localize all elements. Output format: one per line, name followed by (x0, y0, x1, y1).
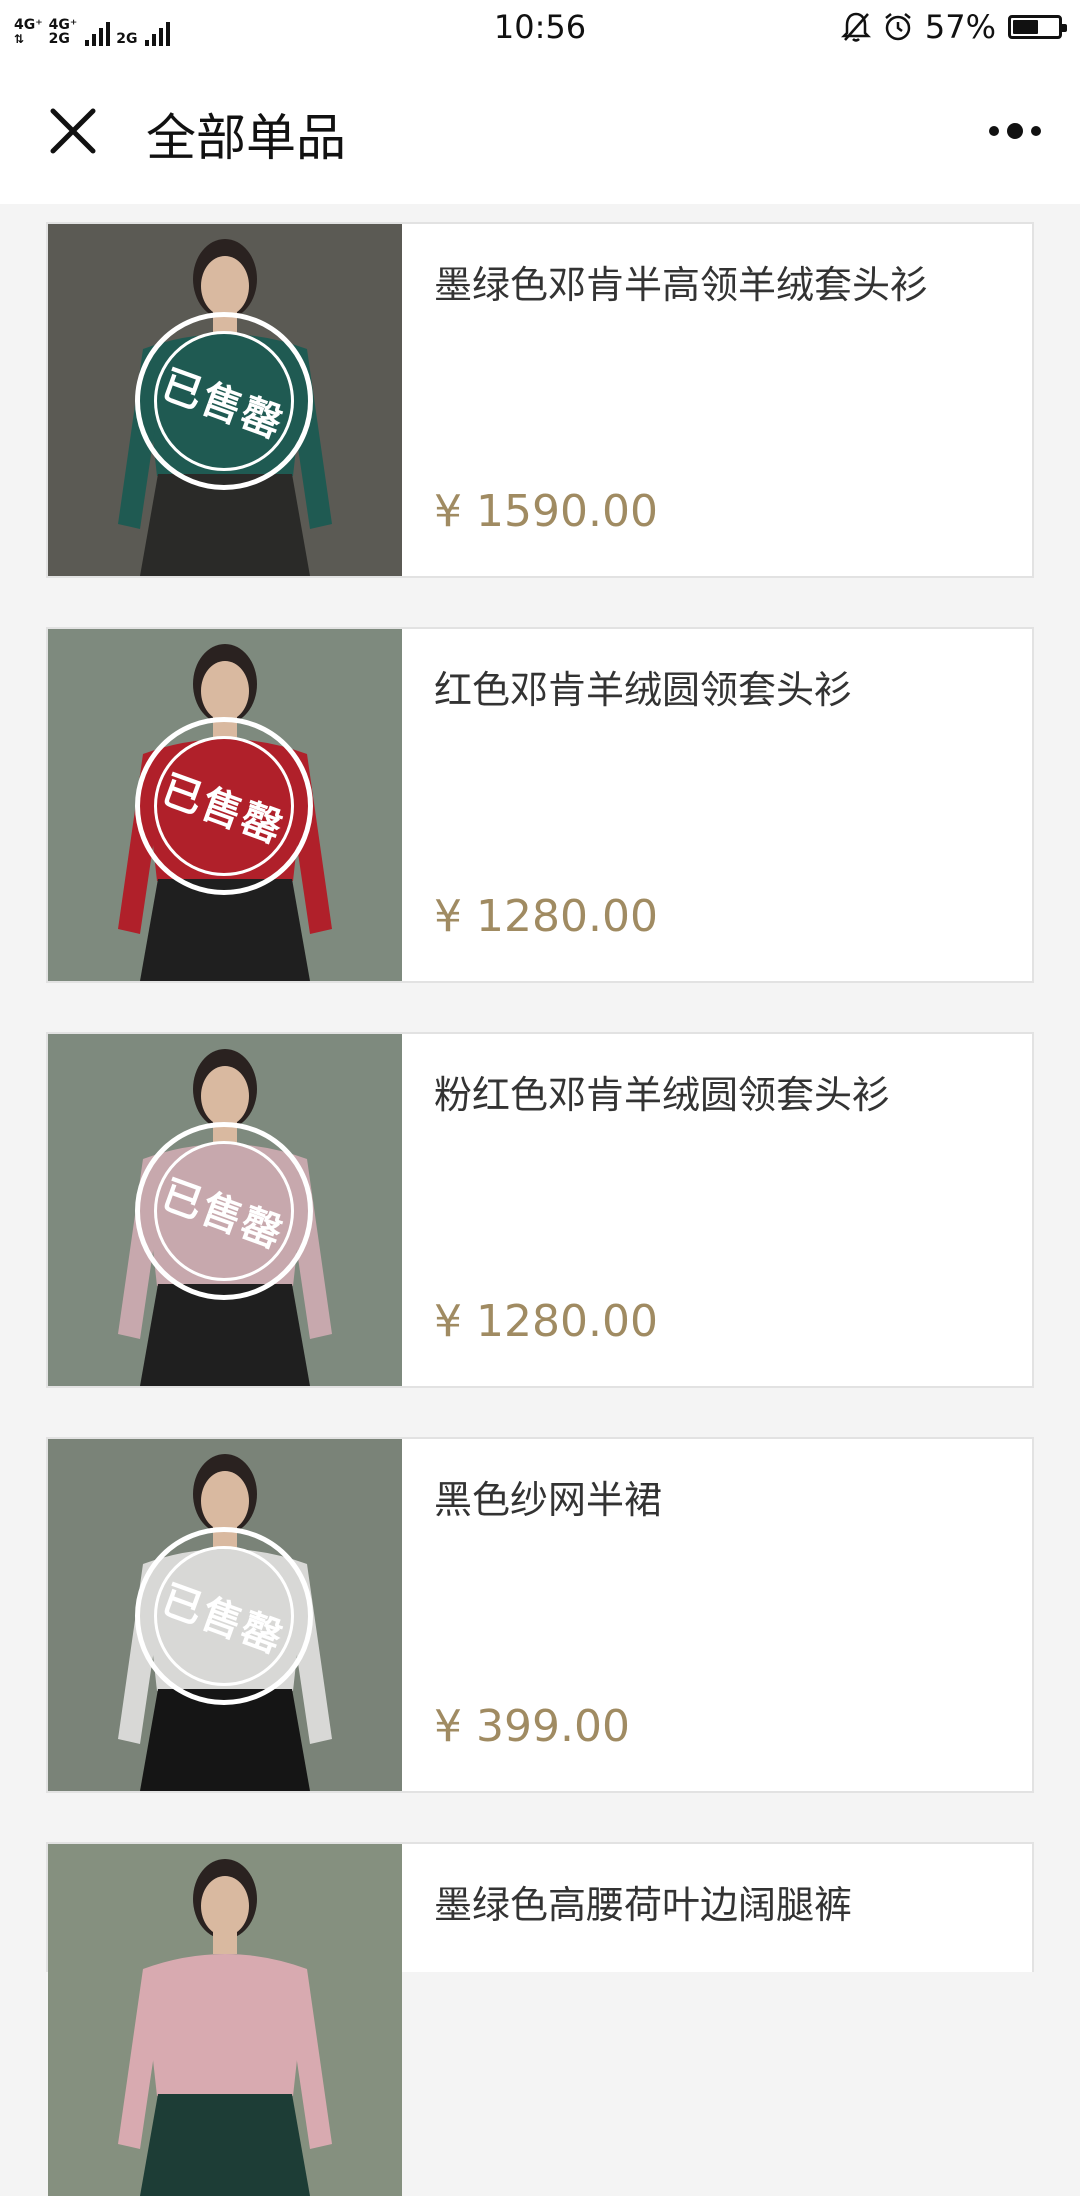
battery-fill (1013, 20, 1038, 34)
product-name[interactable]: 粉红色邓肯羊绒圆领套头衫 (434, 1064, 890, 1119)
sold-out-label: 已售罄 (155, 1576, 290, 1663)
sold-out-label: 已售罄 (155, 766, 290, 853)
sold-out-stamp-ring: 已售罄 (154, 1141, 294, 1281)
more-button[interactable] (980, 106, 1050, 156)
product-name[interactable]: 墨绿色邓肯半高领羊绒套头衫 (434, 254, 928, 309)
nav-bar: 全部单品 (0, 58, 1080, 204)
more-dot-icon (1031, 126, 1041, 136)
product-card[interactable]: 已售罄 墨绿色邓肯半高领羊绒套头衫 ¥ 1590.00 (46, 222, 1034, 578)
product-image[interactable]: 已售罄 (48, 224, 402, 576)
sold-out-stamp-ring: 已售罄 (154, 1546, 294, 1686)
product-card[interactable]: 已售罄 黑色纱网半裙 ¥ 399.00 (46, 1437, 1034, 1793)
more-dot-icon (1007, 123, 1023, 139)
product-image[interactable]: 已售罄 (48, 1034, 402, 1386)
battery-percent: 57% (924, 8, 996, 46)
product-name[interactable]: 黑色纱网半裙 (434, 1469, 662, 1524)
product-price: ¥ 399.00 (434, 1701, 630, 1752)
product-price: ¥ 1280.00 (434, 1296, 658, 1347)
product-name[interactable]: 墨绿色高腰荷叶边阔腿裤 (434, 1874, 852, 1929)
product-card[interactable]: 墨绿色高腰荷叶边阔腿裤 (46, 1842, 1034, 2196)
sold-out-stamp: 已售罄 (135, 1527, 313, 1705)
sold-out-stamp: 已售罄 (135, 717, 313, 895)
product-image[interactable] (48, 1844, 402, 2196)
model-photo (48, 1844, 402, 2196)
product-image[interactable]: 已售罄 (48, 629, 402, 981)
alarm-icon (885, 13, 911, 41)
product-price: ¥ 1280.00 (434, 891, 658, 942)
more-dot-icon (989, 126, 999, 136)
product-name[interactable]: 红色邓肯羊绒圆领套头衫 (434, 659, 852, 714)
battery-icon (1008, 15, 1067, 39)
bell-muted-icon (840, 12, 871, 42)
status-icons: 57% (840, 8, 1067, 46)
page-title: 全部单品 (146, 109, 346, 167)
close-button[interactable] (38, 96, 108, 166)
status-bar: 4G⁺ ⇅ 4G⁺ 2G 2G 10:56 57% (0, 0, 1080, 58)
sold-out-stamp: 已售罄 (135, 1122, 313, 1300)
sold-out-label: 已售罄 (155, 361, 290, 448)
product-image[interactable]: 已售罄 (48, 1439, 402, 1791)
product-card[interactable]: 已售罄 粉红色邓肯羊绒圆领套头衫 ¥ 1280.00 (46, 1032, 1034, 1388)
sold-out-stamp-ring: 已售罄 (154, 736, 294, 876)
product-list: 已售罄 墨绿色邓肯半高领羊绒套头衫 ¥ 1590.00 已售罄 红色邓肯羊绒圆领套头衫… (46, 222, 1034, 2196)
sold-out-stamp: 已售罄 (135, 312, 313, 490)
product-price: ¥ 1590.00 (434, 486, 658, 537)
sold-out-stamp-ring: 已售罄 (154, 331, 294, 471)
close-icon (50, 108, 96, 154)
product-card[interactable]: 已售罄 红色邓肯羊绒圆领套头衫 ¥ 1280.00 (46, 627, 1034, 983)
sold-out-label: 已售罄 (155, 1171, 290, 1258)
